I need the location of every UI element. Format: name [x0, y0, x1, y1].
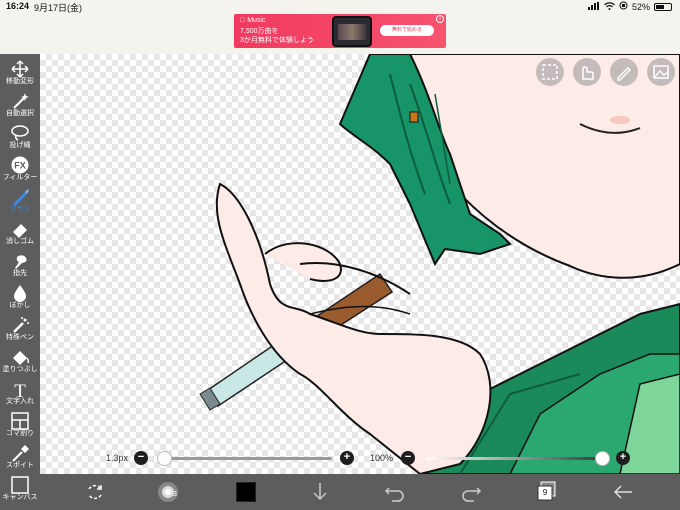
ad-line-2: 3か月無料で体験しよう: [240, 37, 314, 44]
orientation-lock-icon: [619, 1, 628, 12]
tool-label: キャンバス: [2, 494, 38, 501]
tool-blur[interactable]: ぼかし: [0, 282, 40, 312]
swap-rotate-icon[interactable]: [84, 481, 106, 503]
battery-icon: [654, 2, 672, 11]
layer-count: 9: [542, 488, 548, 497]
undo-icon[interactable]: [384, 481, 406, 503]
status-bar: 16:24 9月17日(金) 52%: [0, 0, 680, 14]
tool-lasso[interactable]: 投げ縄: [0, 122, 40, 152]
eyedropper-icon: [12, 445, 29, 462]
panel-divide-icon: [11, 412, 29, 430]
brush-preview-number: 3: [173, 491, 177, 498]
eraser-icon: [13, 224, 27, 238]
bottom-toolbar: 3 9: [40, 474, 680, 510]
tool-label: 塗りつぶし: [2, 366, 38, 373]
tool-label: 移動変形: [6, 78, 34, 85]
tool-eraser[interactable]: 消しゴム: [0, 218, 40, 248]
download-arrow-icon[interactable]: [310, 481, 330, 503]
text-tool-icon: T: [14, 381, 26, 398]
battery-percent: 52%: [631, 1, 650, 12]
opacity-plus-button[interactable]: +: [616, 451, 630, 465]
brush-size-minus-button[interactable]: −: [134, 451, 148, 465]
redo-icon[interactable]: [460, 481, 482, 503]
tool-eyedropper[interactable]: スポイト: [0, 442, 40, 472]
ad-banner[interactable]:  Music 7,500万曲を 3か月無料で体験しよう 無料で始める i: [234, 14, 446, 48]
slider-row: 1.3px − + 100% − +: [40, 448, 680, 470]
tool-auto-select[interactable]: 自動選択: [0, 90, 40, 120]
ad-cta-button[interactable]: 無料で始める: [380, 25, 434, 36]
tool-label: スポイト: [6, 462, 34, 469]
svg-text:FX: FX: [14, 161, 26, 171]
back-arrow-icon[interactable]: [612, 481, 634, 503]
tool-special-pen[interactable]: 特殊ペン: [0, 314, 40, 344]
tool-label: 指先: [13, 270, 27, 277]
signal-icon: [587, 1, 600, 12]
pen-edit-icon: [617, 66, 632, 81]
tool-brush[interactable]: ブラシ: [0, 186, 40, 216]
selection-button[interactable]: [536, 58, 564, 86]
status-time: 16:24: [6, 1, 30, 11]
tool-label: ブラシ: [9, 206, 31, 213]
tool-move-transform[interactable]: 移動変形: [0, 58, 40, 88]
selection-icon: [542, 64, 558, 80]
magic-wand-icon: [13, 93, 29, 109]
tool-finger[interactable]: 指先: [0, 250, 40, 280]
brush-size-label: 1.3px: [106, 453, 129, 463]
opacity-label: 100%: [370, 453, 394, 463]
wifi-icon: [604, 1, 615, 12]
tool-label: 文字入れ: [6, 398, 34, 405]
tool-label: 自動選択: [6, 110, 34, 117]
ad-phone-image: [332, 16, 372, 47]
layers-button[interactable]: 9: [536, 481, 558, 503]
tool-label: フィルター: [2, 174, 38, 181]
opacity-slider[interactable]: [426, 457, 602, 460]
special-pen-icon: [13, 317, 29, 333]
brush-preview-button[interactable]: 3: [156, 481, 184, 503]
tool-label: 特殊ペン: [6, 334, 34, 341]
brush-size-plus-button[interactable]: +: [340, 451, 354, 465]
brush-tip-icon: [158, 482, 178, 502]
tool-label: コマ割り: [6, 430, 34, 437]
status-date: 9月17日(金): [34, 3, 83, 13]
tool-panel-divide[interactable]: コマ割り: [0, 410, 40, 440]
lasso-icon: [11, 125, 29, 141]
pen-edit-button[interactable]: [610, 58, 638, 86]
tool-label: 投げ縄: [9, 142, 31, 149]
current-color-swatch[interactable]: [236, 482, 256, 502]
image-layer-button[interactable]: [647, 58, 675, 86]
tool-label: ぼかし: [9, 302, 31, 309]
ad-info-icon[interactable]: i: [436, 15, 444, 23]
brush-size-knob[interactable]: [157, 451, 172, 466]
brush-icon: [13, 189, 29, 206]
tool-canvas[interactable]: キャンバス: [0, 474, 40, 504]
bucket-icon: [13, 351, 30, 365]
drawing-canvas[interactable]: [40, 54, 680, 474]
tool-text[interactable]: T 文字入れ: [0, 378, 40, 408]
hand-icon: [582, 66, 594, 80]
svg-text:T: T: [14, 381, 26, 398]
hand-button[interactable]: [573, 58, 601, 86]
artwork-illustration: [199, 54, 680, 474]
brush-size-slider[interactable]: [164, 457, 332, 460]
status-right: 52%: [587, 1, 672, 12]
ad-area:  Music 7,500万曲を 3か月無料で体験しよう 無料で始める i: [0, 14, 680, 54]
tool-fill[interactable]: 塗りつぶし: [0, 346, 40, 376]
tool-label: 消しゴム: [6, 238, 34, 245]
fx-icon: FX: [11, 156, 29, 174]
blur-drop-icon: [14, 285, 26, 302]
tool-filter[interactable]: FX フィルター: [0, 154, 40, 184]
finger-smudge-icon: [15, 255, 27, 269]
opacity-minus-button[interactable]: −: [401, 451, 415, 465]
image-layer-icon: [653, 65, 669, 79]
move-arrows-icon: [11, 60, 29, 78]
opacity-knob[interactable]: [595, 451, 610, 466]
canvas-icon: [11, 476, 29, 494]
ad-brand:  Music: [240, 17, 265, 24]
tool-sidebar: 移動変形 自動選択 投げ縄 FX フィルター ブラシ 消しゴム 指先 ぼかし 特…: [0, 54, 40, 510]
